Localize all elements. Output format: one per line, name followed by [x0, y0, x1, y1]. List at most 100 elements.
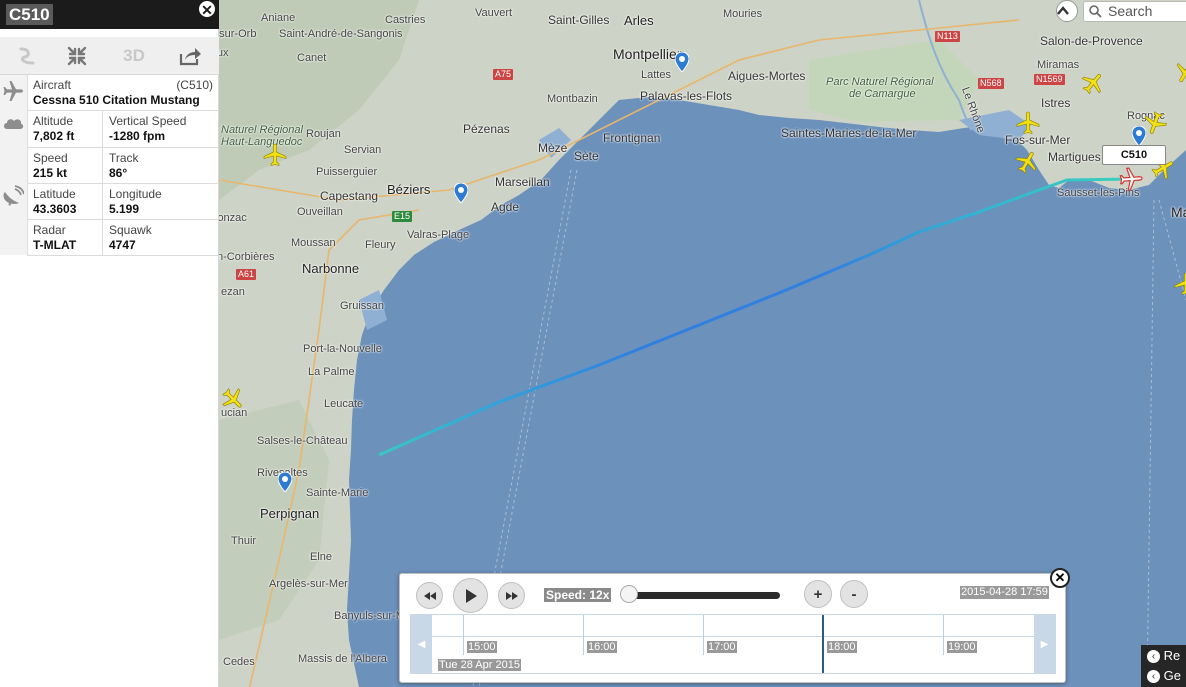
place-label: La Palme	[308, 366, 355, 378]
place-label: Mèze	[538, 141, 568, 155]
vertical-speed-label: Vertical Speed	[109, 114, 187, 128]
place-label: Aniane	[261, 12, 296, 24]
close-panel-button[interactable]: ✕	[197, 0, 217, 19]
radar-value: T-MLAT	[33, 238, 77, 252]
speed-value: 215 kt	[33, 166, 68, 180]
aircraft-icon[interactable]	[263, 143, 287, 167]
latitude-label: Latitude	[33, 187, 76, 201]
place-label: Montpellier	[613, 46, 682, 62]
place-label: Massis de l'Albera	[298, 653, 387, 665]
place-label: lonzac	[219, 212, 247, 224]
3d-view-button[interactable]: 3D	[107, 37, 161, 74]
playback-panel: Speed: 12x + - 2015-04-28 17:59 ✕ ◀ 15:0…	[399, 568, 1070, 683]
share-button[interactable]	[163, 37, 217, 74]
chevron-left-icon: ◀	[417, 638, 426, 650]
play-icon	[465, 588, 477, 603]
aircraft-name: Cessna 510 Citation Mustang	[33, 93, 200, 107]
timeline-next-button[interactable]: ▶	[1034, 615, 1055, 673]
search-icon	[1089, 5, 1102, 18]
park-label: Parc Naturel Régional	[826, 76, 934, 88]
airport-pin-icon[interactable]	[675, 52, 689, 72]
collapse-arrows-icon	[67, 46, 87, 65]
radar-label: Radar	[33, 223, 66, 237]
place-label: Salses-le-Château	[257, 435, 348, 447]
place-label: Saint-Gilles	[548, 13, 610, 27]
place-label: Capestang	[320, 189, 379, 203]
speed-label: Speed	[33, 151, 68, 165]
rewind-button[interactable]	[416, 582, 443, 609]
callsign-title: C510	[6, 4, 53, 25]
place-label: Port-la-Nouvelle	[303, 343, 382, 355]
place-label: Martigues	[1048, 150, 1101, 164]
selected-flight-label[interactable]: C510	[1102, 145, 1166, 165]
altitude-value: 7,802 ft	[33, 129, 75, 143]
park-label: Naturel Régional	[221, 124, 303, 136]
place-label: Béziers	[387, 182, 431, 197]
play-button[interactable]	[453, 578, 488, 613]
minus-icon: -	[851, 585, 857, 603]
place-label: ezan	[221, 286, 245, 298]
timeline-tick	[463, 615, 464, 655]
timeline-prev-button[interactable]: ◀	[411, 615, 432, 673]
chevron-left-icon: ‹	[1147, 650, 1160, 664]
place-label: Lattes	[641, 69, 671, 81]
divider	[102, 184, 103, 219]
speed-slider-track[interactable]	[627, 592, 780, 599]
timeline-tick	[703, 615, 704, 655]
fast-forward-button[interactable]	[498, 582, 525, 609]
timeline-cursor[interactable]	[822, 615, 824, 673]
place-label: Moussan	[291, 237, 336, 249]
road-badge: A61	[236, 269, 257, 280]
aircraft-row: Aircraft (C510) Cessna 510 Citation Must…	[27, 75, 219, 111]
place-label: Argelès-sur-Mer	[269, 578, 348, 590]
aircraft-icon[interactable]	[221, 387, 245, 411]
zoom-in-button[interactable]: +	[804, 580, 832, 608]
place-label: Saint-André-de-Sangonis	[279, 28, 403, 40]
collapse-toggle-button[interactable]	[1056, 0, 1078, 22]
place-label: Leucate	[324, 398, 364, 410]
place-label: Palavas-les-Flots	[640, 89, 733, 103]
route-icon	[19, 47, 35, 64]
aircraft-icon[interactable]	[1143, 111, 1167, 135]
zoom-out-button[interactable]: -	[840, 580, 868, 608]
track-value: 86°	[109, 166, 128, 180]
close-playback-button[interactable]: ✕	[1050, 568, 1070, 588]
timeline-tick-label: 19:00	[947, 641, 977, 653]
place-label: Cedes	[223, 656, 255, 668]
latitude-value: 43.3603	[33, 202, 77, 216]
selected-aircraft-icon[interactable]	[1119, 167, 1143, 191]
place-label: Narbonne	[302, 261, 360, 276]
place-label: Servian	[344, 144, 382, 156]
panel-header: C510 ✕	[0, 0, 219, 29]
squawk-value: 4747	[109, 238, 136, 252]
road-badge: N568	[978, 78, 1004, 89]
altitude-label: Altitude	[33, 114, 74, 128]
radar-row: Radar T-MLAT Squawk 4747	[27, 220, 219, 256]
cloud-icon	[4, 119, 24, 129]
place-label: Ouveillan	[297, 206, 343, 218]
timeline[interactable]: ◀ 15:00 16:00 17:00 18:00 19:00 Tue 28 A…	[410, 614, 1056, 674]
airport-pin-icon[interactable]	[278, 472, 292, 492]
menu-item-label: Re	[1163, 648, 1181, 663]
aircraft-icon[interactable]	[1015, 150, 1039, 174]
airport-pin-icon[interactable]	[454, 183, 468, 203]
longitude-value: 5.199	[109, 202, 140, 216]
aircraft-icon[interactable]	[1016, 111, 1040, 135]
route-button[interactable]	[0, 37, 54, 74]
speed-slider-handle[interactable]	[620, 585, 638, 603]
place-label: Elne	[310, 551, 333, 563]
aircraft-label: Aircraft	[33, 78, 72, 92]
park-label: de Camargue	[849, 88, 916, 100]
place-label: Miramas	[1037, 59, 1080, 71]
place-label: n-Corbières	[219, 251, 275, 263]
aircraft-icon[interactable]	[1081, 71, 1105, 95]
timeline-tick-label: 15:00	[467, 641, 497, 653]
aircraft-icon[interactable]	[1174, 60, 1186, 84]
menu-item-ge[interactable]: ‹ Ge	[1147, 668, 1181, 684]
altitude-row: Altitude 7,802 ft Vertical Speed -1280 f…	[27, 111, 219, 148]
center-button[interactable]	[50, 37, 104, 74]
place-label: Agde	[491, 200, 520, 214]
aircraft-icon[interactable]	[1174, 272, 1186, 296]
place-label: Bédarieux	[219, 47, 229, 59]
menu-item-re[interactable]: ‹ Re	[1147, 648, 1181, 664]
